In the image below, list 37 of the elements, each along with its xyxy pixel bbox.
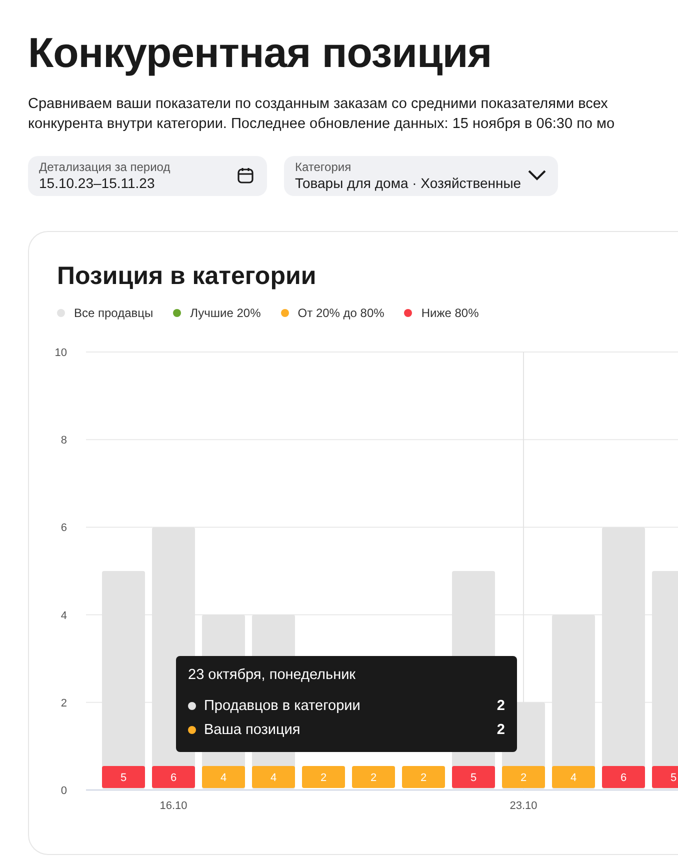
tooltip-value: 2 [496,697,505,716]
card-title: Позиция в категории [57,261,318,292]
y-axis-label: 2 [60,697,67,710]
position-value: 5 [120,772,127,784]
position-value: 2 [520,772,527,784]
legend-label: Ниже 80% [421,305,479,322]
x-axis-label: 16.10 [160,800,188,812]
position-value: 2 [320,772,327,784]
legend-label: Лучшие 20% [190,305,261,322]
chevron-down-icon [528,170,546,181]
y-axis-label: 6 [60,522,67,534]
position-value: 6 [170,772,177,784]
position-value: 4 [270,772,277,784]
calendar-icon [237,167,254,184]
tooltip-label: Ваша позиция [204,721,302,740]
position-value: 5 [470,772,477,784]
position-value: 4 [220,772,227,784]
y-axis-label: 8 [60,434,67,447]
description-line: Сравниваем ваши показатели по созданным заказам со средними показателями всех [28,95,609,114]
position-value: 4 [570,772,577,784]
position-value: 2 [370,772,377,784]
y-axis-label: 4 [60,610,67,622]
y-axis-label: 10 [54,347,67,359]
page-title: Конкурентная позиция [28,28,493,78]
y-axis-label: 0 [60,785,67,797]
category-select[interactable]: Категория Товары для дома · Хозяйственные [284,156,558,196]
position-value: 5 [670,772,677,784]
tooltip-title: 23 октября, понедельник [188,666,357,685]
position-value: 2 [420,772,427,784]
legend-label: Все продавцы [74,305,154,322]
legend-label: От 20% до 80% [298,305,384,322]
position-value: 6 [620,772,627,784]
date-field[interactable]: Детализация за период 15.10.23–15.11.23 [28,156,267,196]
description-line: конкурента внутри категории. Последнее обновление данных: 15 ноября в 06:30 по мо [28,115,616,134]
tooltip-value: 2 [496,721,505,740]
tooltip-label: Продавцов в категории [204,697,362,716]
x-axis-label: 23.10 [510,800,538,812]
